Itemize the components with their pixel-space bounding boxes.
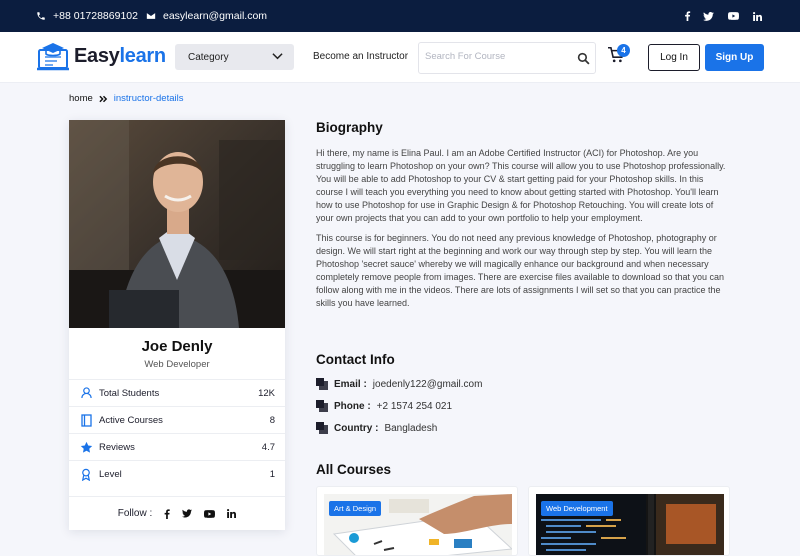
linkedin-icon[interactable]	[227, 509, 237, 518]
instructor-stats: Total Students 12K Active Courses 8 Revi…	[69, 379, 285, 487]
twitter-icon[interactable]	[182, 509, 193, 518]
contact-email: Email : joedenly122@gmail.com	[316, 378, 482, 390]
stat-level: Level 1	[69, 460, 285, 487]
stat-value: 1	[269, 468, 275, 480]
contact-phone: Phone : +2 1574 254 021	[316, 400, 452, 412]
double-chevron-right-icon	[99, 95, 107, 102]
logo-text: Easylearn	[74, 45, 166, 68]
biography-text: Hi there, my name is Elina Paul. I am an…	[316, 147, 731, 316]
main-navbar: Easylearn Category Become an Instructor …	[0, 32, 800, 83]
logo-text-part2: learn	[119, 45, 167, 67]
course-card[interactable]: Web Development	[528, 486, 730, 556]
follow-label: Follow :	[117, 508, 153, 519]
stat-value: 12K	[258, 387, 275, 399]
biography-title: Biography	[316, 120, 383, 135]
stat-reviews: Reviews 4.7	[69, 433, 285, 460]
contact-country-value: Bangladesh	[384, 422, 438, 434]
stat-label: Level	[99, 468, 122, 480]
become-instructor-link[interactable]: Become an Instructor	[313, 51, 408, 62]
contact-title: Contact Info	[316, 352, 395, 367]
instructor-name: Joe Denly	[141, 338, 213, 355]
stat-value: 8	[269, 414, 275, 426]
category-dropdown-label: Category	[188, 51, 229, 63]
user-icon	[79, 386, 93, 400]
linkedin-icon[interactable]	[750, 0, 764, 32]
contact-phone-label: Phone :	[334, 400, 371, 412]
instructor-profile-card: Joe Denly Web Developer Total Students 1…	[69, 120, 285, 530]
facebook-icon[interactable]	[680, 0, 694, 32]
contact-email-label: Email :	[334, 378, 367, 390]
envelope-icon	[146, 13, 156, 19]
cart-count-badge: 4	[617, 44, 630, 57]
topbar-phone[interactable]: +88 01728869102	[36, 0, 138, 32]
topbar-email-text: easylearn@gmail.com	[163, 10, 268, 22]
search-box	[418, 42, 596, 74]
breadcrumb: home instructor-details	[69, 93, 183, 104]
biography-paragraph: Hi there, my name is Elina Paul. I am an…	[316, 148, 726, 224]
course-category-tag: Art & Design	[329, 501, 382, 516]
topbar-phone-text: +88 01728869102	[53, 10, 138, 22]
search-input[interactable]	[425, 51, 565, 62]
star-icon	[79, 440, 93, 454]
category-dropdown[interactable]: Category	[175, 44, 294, 70]
phone-icon	[37, 12, 45, 20]
topbar-email[interactable]: easylearn@gmail.com	[146, 0, 267, 32]
youtube-icon[interactable]	[204, 509, 216, 518]
logo-text-part1: Easy	[74, 45, 120, 67]
signup-button[interactable]: Sign Up	[705, 44, 764, 71]
login-button[interactable]: Log In	[648, 44, 700, 71]
stat-active-courses: Active Courses 8	[69, 406, 285, 433]
contact-country: Country : Bangladesh	[316, 422, 437, 434]
square-bullet-icon	[316, 378, 328, 390]
stat-label: Active Courses	[99, 414, 163, 426]
chevron-down-icon	[272, 53, 283, 60]
instructor-photo	[69, 120, 285, 328]
medal-icon	[79, 467, 93, 481]
stat-value: 4.7	[261, 441, 275, 453]
course-card[interactable]: Art & Design	[316, 486, 518, 556]
stat-label: Reviews	[99, 441, 135, 453]
breadcrumb-home[interactable]: home	[69, 93, 93, 104]
twitter-icon[interactable]	[701, 0, 715, 32]
contact-country-label: Country :	[334, 422, 379, 434]
square-bullet-icon	[316, 400, 328, 412]
youtube-icon[interactable]	[726, 0, 740, 32]
biography-paragraph: This course is for beginners. You do not…	[316, 232, 725, 309]
stat-label: Total Students	[99, 387, 160, 399]
square-bullet-icon	[316, 422, 328, 434]
breadcrumb-current: instructor-details	[113, 93, 184, 104]
all-courses-title: All Courses	[316, 462, 392, 477]
instructor-role: Web Developer	[144, 359, 210, 370]
contact-email-value[interactable]: joedenly122@gmail.com	[373, 379, 483, 390]
top-bar: +88 01728869102 easylearn@gmail.com	[0, 0, 800, 32]
contact-phone-value[interactable]: +2 1574 254 021	[377, 401, 452, 412]
course-category-tag: Web Development	[541, 501, 613, 516]
site-logo[interactable]: Easylearn	[36, 40, 166, 73]
search-icon[interactable]	[577, 52, 590, 65]
facebook-icon[interactable]	[164, 508, 170, 519]
laptop-graduation-icon	[37, 43, 69, 71]
follow-row: Follow :	[69, 496, 285, 530]
book-icon	[79, 413, 93, 427]
stat-total-students: Total Students 12K	[69, 379, 285, 406]
